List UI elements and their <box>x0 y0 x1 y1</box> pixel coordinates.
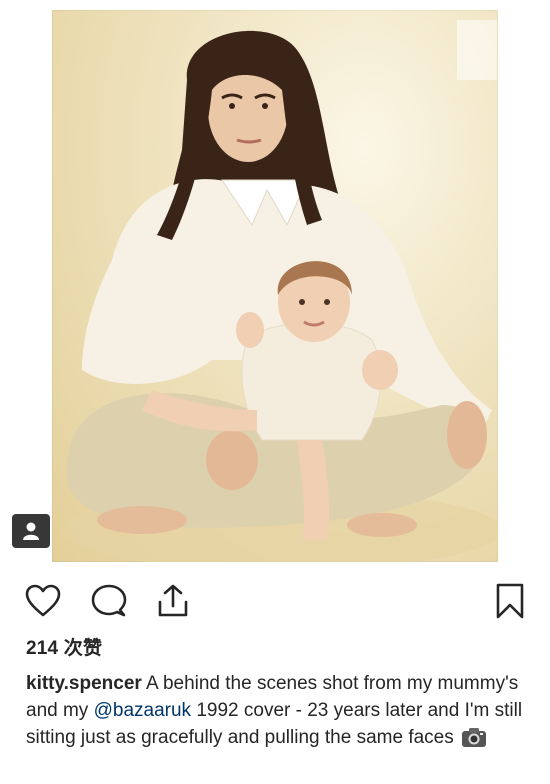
heart-icon[interactable] <box>24 582 62 620</box>
post-action-bar <box>0 572 550 628</box>
post-photo[interactable] <box>52 10 498 562</box>
comment-icon[interactable] <box>90 582 128 620</box>
share-icon[interactable] <box>154 582 192 620</box>
user-tag-icon[interactable] <box>12 514 50 548</box>
camera-icon <box>461 726 487 748</box>
photo-illustration <box>62 20 498 562</box>
caption-username[interactable]: kitty.spencer <box>26 673 142 694</box>
post-caption: kitty.spencer A behind the scenes shot f… <box>26 670 536 751</box>
bookmark-icon[interactable] <box>491 582 529 620</box>
caption-mention[interactable]: @bazaaruk <box>94 700 191 721</box>
post-media <box>0 0 550 572</box>
likes-count[interactable]: 214 次赞 <box>26 633 102 660</box>
